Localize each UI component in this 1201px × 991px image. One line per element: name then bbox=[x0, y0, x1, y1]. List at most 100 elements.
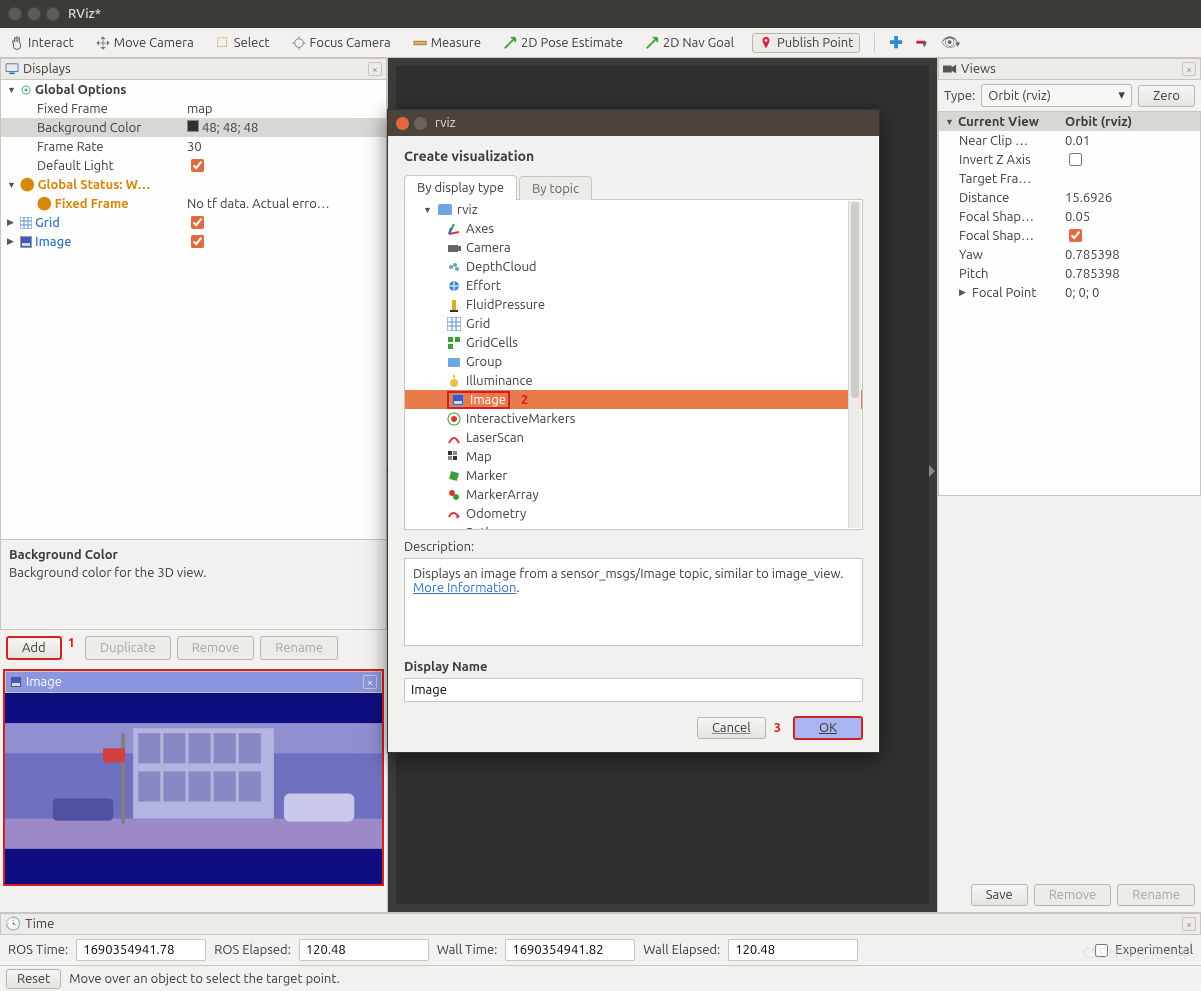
rename-button[interactable]: Rename bbox=[260, 636, 338, 660]
wall-elapsed-field[interactable] bbox=[728, 939, 858, 961]
display-type-item[interactable]: Group bbox=[405, 352, 862, 371]
type-icon bbox=[447, 241, 461, 255]
display-type-item[interactable]: Camera bbox=[405, 238, 862, 257]
ros-time-label: ROS Time: bbox=[8, 943, 68, 957]
add-button[interactable]: Add bbox=[6, 636, 62, 660]
type-icon bbox=[447, 431, 461, 445]
save-view-button[interactable]: Save bbox=[971, 884, 1028, 906]
type-icon bbox=[447, 469, 461, 483]
tool-nav-goal[interactable]: 2D Nav Goal bbox=[641, 34, 738, 52]
close-icon[interactable]: × bbox=[1182, 917, 1196, 931]
close-icon[interactable]: × bbox=[363, 675, 377, 689]
display-name-input[interactable] bbox=[404, 678, 863, 702]
image-preview-panel: Image × bbox=[3, 669, 384, 886]
window-minimize-icon[interactable] bbox=[27, 7, 41, 21]
display-type-item[interactable]: Marker bbox=[405, 466, 862, 485]
tool-publish-point[interactable]: Publish Point bbox=[752, 33, 860, 53]
camera-icon bbox=[943, 63, 957, 75]
select-icon bbox=[216, 36, 230, 50]
view-property-row[interactable]: Target Fra… bbox=[939, 169, 1200, 188]
ros-elapsed-field[interactable] bbox=[299, 939, 429, 961]
window-maximize-icon[interactable] bbox=[46, 7, 60, 21]
dialog-titlebar[interactable]: rviz bbox=[388, 110, 879, 136]
view-property-row[interactable]: Focal Shap… bbox=[939, 226, 1200, 245]
view-property-row[interactable]: Near Clip …0.01 bbox=[939, 131, 1200, 150]
more-info-link[interactable]: More Information bbox=[413, 581, 516, 595]
view-property-row[interactable]: Invert Z Axis bbox=[939, 150, 1200, 169]
views-properties[interactable]: ▼Current ViewOrbit (rviz) Near Clip …0.0… bbox=[938, 111, 1201, 496]
display-type-item[interactable]: Axes bbox=[405, 219, 862, 238]
display-type-item[interactable]: Illuminance bbox=[405, 371, 862, 390]
dialog-close-icon[interactable] bbox=[396, 117, 409, 130]
view-property-row[interactable]: Pitch0.785398 bbox=[939, 264, 1200, 283]
display-type-item[interactable]: GridCells bbox=[405, 333, 862, 352]
tool-measure[interactable]: Measure bbox=[409, 34, 485, 52]
display-type-item[interactable]: LaserScan bbox=[405, 428, 862, 447]
tool-pose-estimate[interactable]: 2D Pose Estimate bbox=[499, 34, 627, 52]
description-panel: Background Color Background color for th… bbox=[0, 540, 387, 630]
tool-select[interactable]: Select bbox=[212, 34, 274, 52]
create-visualization-dialog: rviz Create visualization By display typ… bbox=[387, 109, 880, 753]
image-icon bbox=[20, 236, 32, 248]
experimental-checkbox[interactable] bbox=[1095, 944, 1108, 957]
tool-move-camera[interactable]: Move Camera bbox=[92, 34, 198, 52]
reset-button[interactable]: Reset bbox=[6, 969, 61, 989]
tab-by-display-type[interactable]: By display type bbox=[404, 175, 517, 200]
display-type-item[interactable]: Image2 bbox=[405, 390, 862, 409]
view-type-combo[interactable]: Orbit (rviz)▾ bbox=[981, 84, 1132, 107]
window-close-icon[interactable] bbox=[8, 7, 22, 21]
type-icon bbox=[447, 355, 461, 369]
display-type-item[interactable]: InteractiveMarkers bbox=[405, 409, 862, 428]
dock-handle-right[interactable] bbox=[929, 465, 939, 505]
display-type-item[interactable]: Effort bbox=[405, 276, 862, 295]
tool-focus-camera[interactable]: Focus Camera bbox=[288, 34, 395, 52]
display-type-item[interactable]: MarkerArray bbox=[405, 485, 862, 504]
displays-tree[interactable]: ▼Global Options Fixed Framemap Backgroun… bbox=[0, 80, 387, 540]
cancel-button[interactable]: Cancel bbox=[697, 717, 766, 739]
rename-view-button[interactable]: Rename bbox=[1117, 884, 1195, 906]
display-type-item[interactable]: Path bbox=[405, 523, 862, 530]
time-panel-header: 🕓 Time × bbox=[0, 913, 1201, 935]
type-icon bbox=[447, 279, 461, 293]
tab-by-topic[interactable]: By topic bbox=[519, 176, 592, 201]
zero-button[interactable]: Zero bbox=[1138, 85, 1195, 107]
window-titlebar: RViz* bbox=[0, 0, 1201, 28]
view-property-row[interactable]: Yaw0.785398 bbox=[939, 245, 1200, 264]
grid-enable-checkbox[interactable] bbox=[191, 216, 204, 229]
image-enable-checkbox[interactable] bbox=[191, 235, 204, 248]
type-icon bbox=[447, 507, 461, 521]
hand-icon bbox=[10, 36, 24, 50]
duplicate-button[interactable]: Duplicate bbox=[85, 636, 171, 660]
tool-interact[interactable]: Interact bbox=[6, 34, 78, 52]
view-property-row[interactable]: Distance15.6926 bbox=[939, 188, 1200, 207]
wall-time-field[interactable] bbox=[505, 939, 635, 961]
display-type-item[interactable]: Map bbox=[405, 447, 862, 466]
ros-time-field[interactable] bbox=[76, 939, 206, 961]
dialog-heading: Create visualization bbox=[404, 148, 863, 164]
display-type-item[interactable]: Odometry bbox=[405, 504, 862, 523]
dialog-min-icon[interactable] bbox=[414, 117, 427, 130]
view-property-row[interactable]: Focal Shap…0.05 bbox=[939, 207, 1200, 226]
status-bar: Reset Move over an object to select the … bbox=[0, 965, 1201, 991]
scrollbar[interactable] bbox=[848, 201, 861, 528]
ok-button[interactable]: OK bbox=[793, 716, 863, 740]
display-type-item[interactable]: Grid bbox=[405, 314, 862, 333]
default-light-checkbox[interactable] bbox=[191, 159, 204, 172]
wall-time-label: Wall Time: bbox=[437, 943, 498, 957]
type-label: Type: bbox=[944, 89, 975, 103]
remove-view-button[interactable]: Remove bbox=[1034, 884, 1112, 906]
add-display-icon[interactable]: ✚ bbox=[889, 33, 902, 52]
display-type-tree[interactable]: ▼rviz AxesCameraDepthCloudEffortFluidPre… bbox=[404, 200, 863, 530]
close-icon[interactable]: × bbox=[1182, 62, 1196, 76]
views-panel-header: Views × bbox=[938, 58, 1201, 80]
view-property-row[interactable]: ▶Focal Point0; 0; 0 bbox=[939, 283, 1200, 302]
visibility-icon[interactable]: 👁▾ bbox=[941, 34, 960, 51]
remove-display-icon[interactable]: ━▾ bbox=[917, 34, 927, 51]
display-type-item[interactable]: DepthCloud bbox=[405, 257, 862, 276]
close-icon[interactable]: × bbox=[368, 62, 382, 76]
type-icon bbox=[451, 393, 465, 407]
remove-button[interactable]: Remove bbox=[177, 636, 255, 660]
display-type-item[interactable]: FluidPressure bbox=[405, 295, 862, 314]
type-icon bbox=[447, 526, 461, 531]
main-toolbar: Interact Move Camera Select Focus Camera… bbox=[0, 28, 1201, 58]
